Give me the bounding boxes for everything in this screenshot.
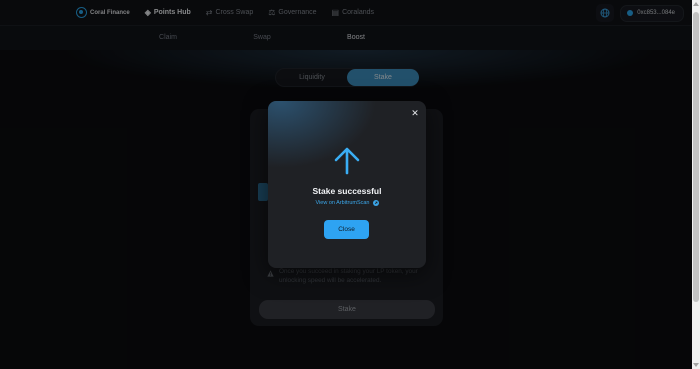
modal-title: Stake successful [312, 186, 382, 196]
scrollbar-thumb[interactable] [693, 12, 699, 302]
arbitrumscan-link-label: View on ArbitrumScan [315, 200, 370, 206]
stake-success-modal: ✕ Stake successful View on ArbitrumScan … [268, 101, 426, 268]
arrow-up-icon [334, 147, 360, 175]
arbitrumscan-link[interactable]: View on ArbitrumScan [268, 200, 426, 206]
scroll-up-icon[interactable] [693, 2, 699, 6]
modal-glow [268, 101, 426, 268]
external-link-icon [372, 200, 379, 206]
close-button[interactable]: Close [324, 220, 369, 239]
scroll-down-icon[interactable] [693, 363, 699, 367]
scrollbar[interactable] [692, 0, 700, 369]
close-icon[interactable]: ✕ [410, 108, 420, 118]
